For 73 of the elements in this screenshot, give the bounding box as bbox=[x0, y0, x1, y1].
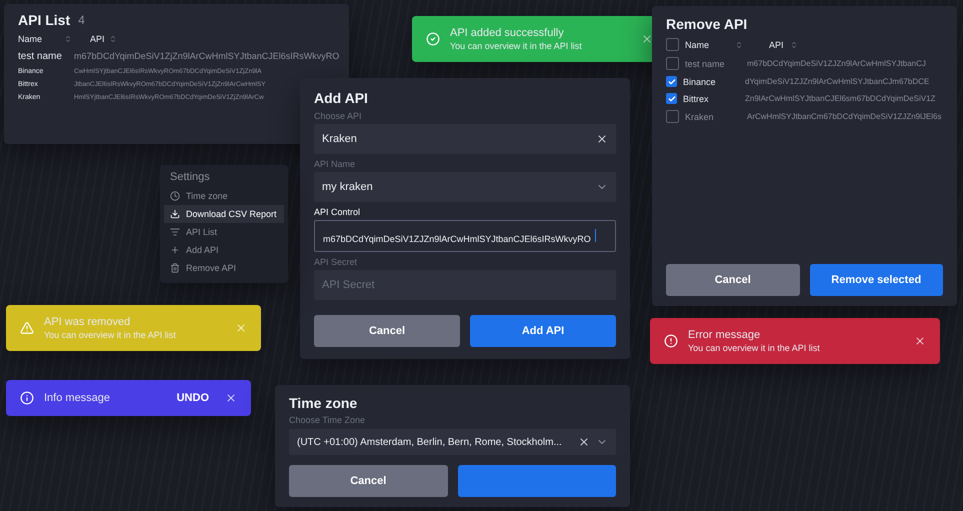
cancel-button[interactable]: Cancel bbox=[289, 465, 448, 497]
dialog-title: Add API bbox=[314, 90, 369, 106]
checkbox[interactable] bbox=[666, 57, 679, 70]
menu-title: Settings bbox=[169, 171, 211, 185]
check-circle-icon bbox=[426, 32, 440, 46]
input-field[interactable]: my kraken bbox=[314, 172, 616, 202]
info-icon bbox=[20, 391, 34, 405]
menu-item[interactable]: Time zone bbox=[164, 187, 284, 205]
column-header[interactable]: API bbox=[769, 40, 784, 50]
plus-icon bbox=[170, 245, 180, 255]
checkbox[interactable] bbox=[666, 38, 679, 51]
trash-icon bbox=[170, 263, 180, 273]
menu-item[interactable]: API List bbox=[164, 223, 284, 241]
error-icon bbox=[664, 334, 678, 348]
download-icon bbox=[170, 209, 180, 219]
close-icon[interactable] bbox=[641, 33, 653, 45]
table-cell-text: test name bbox=[18, 50, 63, 62]
field-label: API Control bbox=[314, 207, 362, 217]
checkbox[interactable] bbox=[666, 93, 677, 104]
clock-icon bbox=[170, 191, 180, 201]
toast-message: You can overview it in the API list bbox=[44, 330, 177, 340]
close-icon[interactable] bbox=[914, 335, 926, 347]
table-cell: m67bDCdYqimDeSiV1ZjZn9lArCwHmlSYJtbanCJEl6sIRsWkvyRO bbox=[74, 51, 340, 61]
menu-item[interactable]: Download CSV Report bbox=[164, 205, 284, 223]
close-icon[interactable] bbox=[578, 436, 590, 448]
column-header[interactable]: Name bbox=[685, 40, 729, 50]
cancel-button[interactable]: Cancel bbox=[666, 264, 800, 296]
toast-title: API added successfully bbox=[450, 27, 565, 39]
sort-icon[interactable] bbox=[64, 35, 72, 43]
sort-icon[interactable] bbox=[108, 35, 117, 43]
input-field[interactable]: m67bDCdYqimDeSiV1ZJZn9lArCwHmlSYJtbanCJEl6sIRsWkvyRO bbox=[314, 220, 616, 252]
field-label: API Name bbox=[314, 159, 356, 169]
list-icon bbox=[170, 227, 180, 237]
table-cell-text: Bittrex bbox=[683, 94, 710, 104]
toast-message: You can overview it in the API list bbox=[688, 343, 821, 353]
toast-title: Info message bbox=[44, 392, 112, 404]
toast-message: You can overview it in the API list bbox=[450, 41, 583, 51]
cancel-button[interactable]: Cancel bbox=[314, 315, 460, 347]
remove-selected-button[interactable]: Remove selected bbox=[810, 264, 943, 296]
close-icon[interactable] bbox=[596, 133, 608, 145]
checkbox[interactable] bbox=[666, 76, 677, 87]
menu-item[interactable]: Add API bbox=[164, 241, 284, 259]
sort-icon[interactable] bbox=[790, 40, 798, 48]
table-cell-text: Kraken bbox=[685, 112, 715, 122]
sort-icon[interactable] bbox=[735, 40, 743, 48]
check-icon bbox=[668, 94, 676, 102]
dialog-title: Remove API bbox=[666, 16, 748, 32]
field-label: Choose API bbox=[314, 111, 363, 121]
close-icon[interactable] bbox=[225, 392, 237, 404]
item-count: 4 bbox=[78, 13, 85, 27]
toast-title: Error message bbox=[688, 329, 762, 341]
column-header[interactable]: Name bbox=[18, 34, 60, 44]
checkbox[interactable] bbox=[666, 110, 679, 123]
undo-button[interactable]: UNDO bbox=[170, 391, 215, 405]
field-label: API Secret bbox=[314, 257, 358, 267]
table-cell: m67bDCdYqimDeSiV1ZJZn9lArCwHmlSYJtbanCJ bbox=[747, 59, 926, 68]
table-cell: ArCwHmlSYJtbanCm67bDCdYqimDeSiV1ZJZn9lJEl6s bbox=[747, 112, 942, 121]
check-icon bbox=[668, 78, 676, 86]
toast-title: API was removed bbox=[44, 316, 132, 328]
dialog-title: Time zone bbox=[289, 395, 358, 411]
table-cell: Zn9lArCwHmlSYJtbanCJEl6sm67bDCdYqimDeSiV1Z bbox=[745, 94, 936, 103]
table-cell: dYqimDeSiV1ZJZn9lArCwHmlSYJtbanCJm67bDCE bbox=[745, 77, 930, 86]
warning-icon bbox=[20, 321, 34, 335]
table-cell-text: test name bbox=[685, 58, 726, 68]
field-label: Choose Time Zone bbox=[289, 415, 366, 425]
card-title: API List bbox=[18, 12, 70, 28]
table-cell-text: Binance bbox=[683, 76, 717, 86]
column-header[interactable]: API bbox=[90, 34, 105, 44]
add-api-button[interactable]: Add API bbox=[470, 315, 616, 347]
text-cursor bbox=[594, 228, 596, 242]
menu-item[interactable]: Remove API bbox=[164, 259, 284, 277]
input-field[interactable]: Kraken bbox=[314, 124, 616, 154]
select-field[interactable]: (UTC +01:00) Amsterdam, Berlin, Bern, Rome, Stockholm... bbox=[289, 429, 616, 455]
